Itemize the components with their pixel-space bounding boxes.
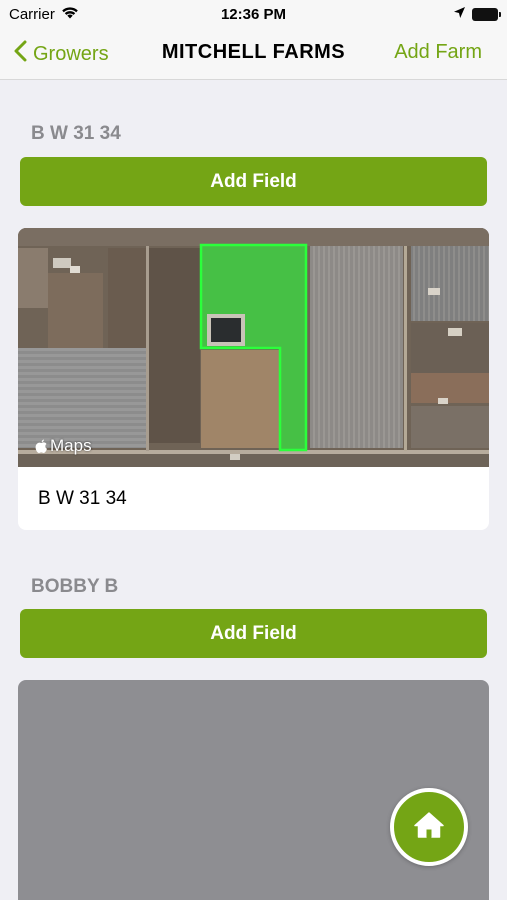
back-button[interactable]: Growers (14, 40, 109, 68)
apple-logo-icon (35, 439, 48, 454)
maps-credit-label: Maps (50, 436, 92, 455)
satellite-map-image (18, 228, 489, 467)
farm-section-header: BOBBY B (31, 576, 119, 597)
field-map[interactable]: Maps (18, 228, 489, 467)
navigation-bar: Growers MITCHELL FARMS Add Farm (0, 28, 507, 80)
chevron-left-icon (14, 40, 27, 68)
field-name: B W 31 34 (38, 487, 127, 509)
back-button-label: Growers (33, 42, 109, 65)
wifi-icon (61, 6, 79, 23)
home-button[interactable] (390, 788, 468, 866)
maps-attribution: Maps (35, 436, 92, 456)
status-left: Carrier (9, 6, 79, 23)
farm-section-header: B W 31 34 (31, 123, 121, 144)
home-icon (413, 810, 445, 845)
add-farm-button[interactable]: Add Farm (394, 41, 482, 64)
add-field-button[interactable]: Add Field (20, 157, 487, 206)
status-bar: Carrier 12:36 PM (0, 0, 507, 28)
carrier-label: Carrier (9, 5, 55, 23)
field-card[interactable]: Maps B W 31 34 (18, 228, 489, 530)
battery-icon (472, 7, 501, 21)
location-arrow-icon (453, 6, 466, 23)
status-right (453, 6, 501, 23)
add-field-button[interactable]: Add Field (20, 609, 487, 658)
